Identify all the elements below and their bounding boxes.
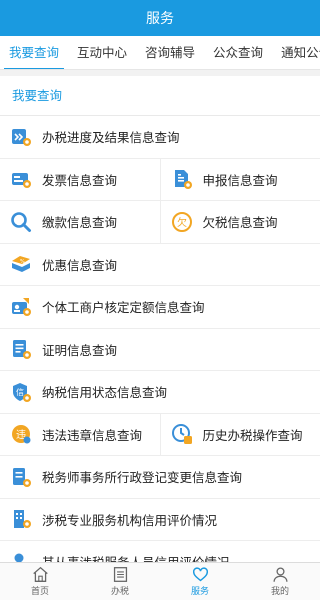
bottom-tab-bar: 首页 办税 服务 我的 — [0, 562, 320, 600]
invoice-icon — [10, 168, 32, 190]
list-row: 办税进度及结果信息查询 — [0, 116, 320, 159]
progress-icon — [10, 126, 32, 148]
menu-item-violation-query[interactable]: 违 违法违章信息查询 — [0, 414, 160, 456]
list-row: 个体工商户核定定额信息查询 — [0, 286, 320, 329]
menu-item-agency-change-query[interactable]: 税务师事务所行政登记变更信息查询 — [0, 456, 320, 498]
nav-service[interactable]: 服务 — [160, 563, 240, 600]
menu-item-label: 涉税专业服务机构信用评价情况 — [42, 512, 218, 528]
business-icon — [10, 296, 32, 318]
nav-tax[interactable]: 办税 — [80, 563, 160, 600]
svg-text:信: 信 — [16, 387, 24, 397]
nav-home[interactable]: 首页 — [0, 563, 80, 600]
svg-text:欠: 欠 — [177, 216, 187, 229]
history-clock-icon — [171, 423, 193, 445]
tab-bar: 我要查询 互动中心 咨询辅导 公众查询 通知公告 — [0, 36, 320, 70]
menu-item-label: 欠税信息查询 — [202, 215, 278, 231]
list-row: 缴款信息查询 欠 欠税信息查询 — [0, 201, 320, 244]
list-row: 发票信息查询 申报信息查询 — [0, 158, 320, 201]
tab-announcements[interactable]: 通知公告 — [272, 36, 320, 69]
menu-item-label: 申报信息查询 — [202, 172, 278, 188]
discount-tag-icon: % — [10, 253, 32, 275]
home-icon — [32, 566, 48, 582]
list-row: 信 纳税信用状态信息查询 — [0, 371, 320, 414]
menu-item-label: 办税进度及结果信息查询 — [42, 130, 180, 146]
menu-item-label: 违法违章信息查询 — [42, 427, 143, 443]
menu-item-payment-query[interactable]: 缴款信息查询 — [0, 201, 160, 243]
menu-item-progress-query[interactable]: 办税进度及结果信息查询 — [0, 116, 320, 158]
tab-public-query[interactable]: 公众查询 — [204, 36, 272, 69]
nav-label: 服务 — [190, 587, 209, 597]
list-row: % 优惠信息查询 — [0, 243, 320, 286]
search-icon — [10, 211, 32, 233]
arrears-icon: 欠 — [171, 211, 193, 233]
tab-my-query[interactable]: 我要查询 — [0, 36, 68, 69]
menu-item-label: 历史办税操作查询 — [202, 427, 303, 443]
svg-text:%: % — [20, 259, 25, 265]
menu-item-invoice-query[interactable]: 发票信息查询 — [0, 159, 160, 201]
menu-item-credit-status-query[interactable]: 信 纳税信用状态信息查询 — [0, 371, 320, 413]
document-icon — [113, 567, 127, 582]
nav-label: 办税 — [110, 587, 129, 597]
nav-mine[interactable]: 我的 — [240, 563, 320, 600]
page-title: 服务 — [146, 11, 174, 27]
menu-item-org-rating[interactable]: 涉税专业服务机构信用评价情况 — [0, 499, 320, 541]
tab-consulting[interactable]: 咨询辅导 — [136, 36, 204, 69]
nav-label: 我的 — [270, 587, 289, 597]
menu-item-history-query[interactable]: 历史办税操作查询 — [159, 413, 320, 455]
building-icon — [10, 508, 32, 530]
agency-document-icon — [10, 466, 32, 488]
list-row: 证明信息查询 — [0, 328, 320, 371]
person-icon — [272, 567, 288, 582]
credit-shield-icon: 信 — [10, 381, 32, 403]
declare-icon — [171, 168, 193, 190]
menu-item-label: 个体工商户核定定额信息查询 — [42, 300, 205, 316]
menu-item-fixed-quota-query[interactable]: 个体工商户核定定额信息查询 — [0, 286, 320, 328]
list-row: 涉税专业服务机构信用评价情况 — [0, 498, 320, 541]
tab-interaction-center[interactable]: 互动中心 — [68, 36, 136, 69]
heart-icon — [192, 567, 208, 582]
menu-item-label: 证明信息查询 — [42, 342, 118, 358]
certificate-icon — [10, 338, 32, 360]
list-row: 违 违法违章信息查询 历史办税操作查询 — [0, 413, 320, 456]
menu-item-arrears-query[interactable]: 欠 欠税信息查询 — [159, 201, 320, 243]
menu-item-certificate-query[interactable]: 证明信息查询 — [0, 329, 320, 371]
menu-item-label: 优惠信息查询 — [42, 257, 118, 273]
violation-icon: 违 — [10, 423, 32, 445]
menu-item-label: 发票信息查询 — [42, 172, 118, 188]
app-header: 服务 — [0, 0, 320, 36]
menu-item-declare-query[interactable]: 申报信息查询 — [159, 158, 320, 200]
menu-item-preferential-query[interactable]: % 优惠信息查询 — [0, 244, 320, 286]
nav-label: 首页 — [30, 587, 49, 597]
menu-item-label: 纳税信用状态信息查询 — [42, 385, 168, 401]
section-title: 我要查询 — [0, 76, 320, 116]
menu-item-label: 缴款信息查询 — [42, 215, 118, 231]
list-row: 税务师事务所行政登记变更信息查询 — [0, 456, 320, 499]
menu-item-label: 税务师事务所行政登记变更信息查询 — [42, 470, 243, 486]
